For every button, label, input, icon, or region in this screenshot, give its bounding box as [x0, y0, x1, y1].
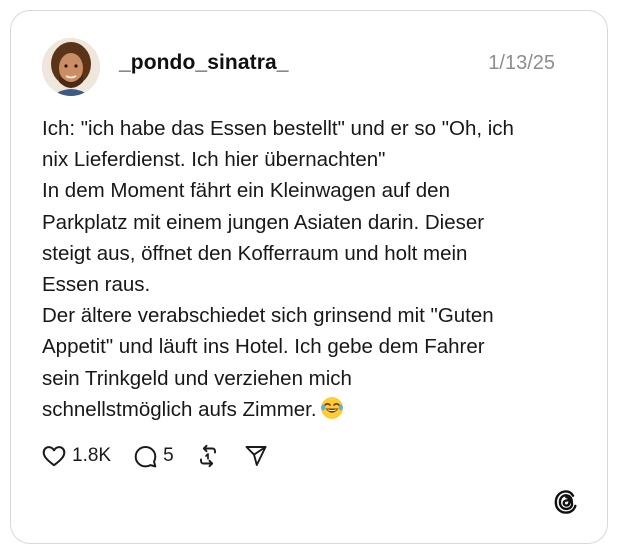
post-text: Ich: "ich habe das Essen bestellt" und e… — [42, 113, 572, 425]
post-text-line: Parkplatz mit einem jungen Asiaten darin… — [42, 210, 485, 234]
post-text-line: nix Lieferdienst. Ich hier übernachten" — [42, 148, 386, 172]
threads-logo-icon — [554, 490, 577, 514]
heart-icon — [42, 446, 66, 467]
comment-icon — [134, 445, 157, 467]
username[interactable]: _pondo_sinatra_ — [119, 51, 289, 75]
comment-count: 5 — [163, 445, 174, 466]
post-text-line: Ich: "ich habe das Essen bestellt" und e… — [42, 117, 514, 140]
post-text-last-line: schnellstmöglich aufs Zimmer. — [42, 394, 572, 425]
repost-button[interactable] — [196, 444, 220, 468]
avatar-image — [42, 38, 100, 96]
repost-icon — [199, 444, 216, 468]
comment-button[interactable]: 5 — [133, 444, 174, 469]
post-text-line: steigt aus, öffnet den Kofferraum und ho… — [42, 241, 468, 265]
post-card: _pondo_sinatra_ 1/13/25 Ich: "ich habe d… — [10, 10, 608, 544]
laughing-emoji-icon — [320, 396, 343, 419]
post-text-line: Der ältere verabschiedet sich grinsend m… — [42, 304, 494, 328]
post-text-line: In dem Moment fährt ein Kleinwagen auf d… — [42, 179, 450, 203]
action-bar: 1.8K 5 — [41, 441, 268, 471]
post-text-line: Appetit" und läuft ins Hotel. Ich gebe d… — [42, 335, 485, 359]
post-text-line: sein Trinkgeld und verziehen mich — [42, 366, 352, 390]
like-button[interactable]: 1.8K — [41, 443, 111, 469]
post-date: 1/13/25 — [488, 52, 555, 74]
like-count: 1.8K — [72, 445, 112, 466]
share-button[interactable] — [244, 444, 268, 468]
avatar[interactable] — [42, 38, 100, 96]
send-icon — [245, 446, 267, 466]
post-text-line: schnellstmöglich aufs Zimmer. — [42, 397, 317, 421]
post-text-line: Essen raus. — [42, 273, 151, 297]
